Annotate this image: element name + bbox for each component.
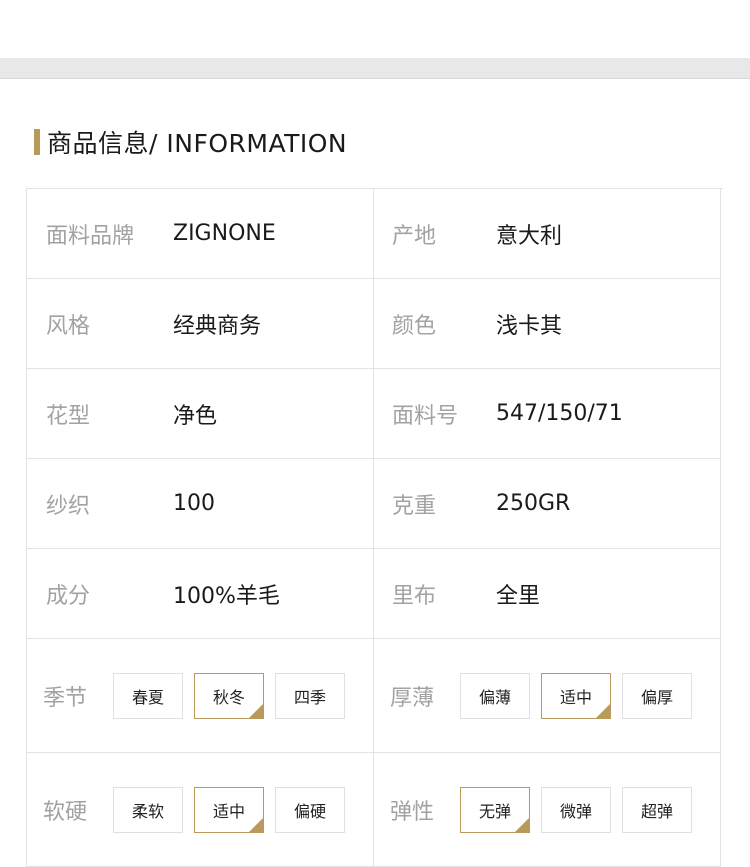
- option-chip-all-seasons[interactable]: 四季: [275, 673, 345, 719]
- option-label: 弹性: [390, 799, 435, 825]
- option-cell-thickness: 厚薄 偏薄 适中 偏厚: [374, 639, 721, 753]
- season-chip-group: 春夏 秋冬 四季: [113, 673, 345, 719]
- option-row: 季节 春夏 秋冬 四季 厚薄 偏薄 适中 偏厚: [27, 639, 723, 753]
- spec-row: 面料品牌 ZIGNONE 产地 意大利: [27, 189, 723, 279]
- option-label: 厚薄: [390, 685, 435, 711]
- spec-value: 全里: [496, 583, 541, 609]
- spec-row: 花型 净色 面料号 547/150/71: [27, 369, 723, 459]
- option-cell-elasticity: 弹性 无弹 微弹 超弹: [374, 753, 721, 867]
- spec-value: 250GR: [496, 491, 571, 516]
- spec-label: 成分: [46, 583, 91, 609]
- option-cell-season: 季节 春夏 秋冬 四季: [27, 639, 374, 753]
- spec-label: 克重: [392, 493, 437, 519]
- section-header: 商品信息/ INFORMATION: [34, 126, 347, 158]
- spec-value: 意大利: [496, 223, 563, 249]
- spec-label: 面料号: [392, 403, 459, 429]
- option-chip-medium-thickness[interactable]: 适中: [541, 673, 611, 719]
- spec-label: 颜色: [392, 313, 437, 339]
- spec-cell-composition: 成分 100%羊毛: [27, 549, 374, 639]
- option-chip-no-stretch[interactable]: 无弹: [460, 787, 530, 833]
- option-label: 软硬: [43, 799, 88, 825]
- section-title: 商品信息/ INFORMATION: [47, 129, 348, 158]
- spec-value: 净色: [173, 403, 218, 429]
- spec-value: 经典商务: [173, 313, 262, 339]
- spec-label: 里布: [392, 583, 437, 609]
- spec-value: ZIGNONE: [173, 221, 276, 246]
- spec-cell-yarn: 纱织 100: [27, 459, 374, 549]
- option-chip-soft[interactable]: 柔软: [113, 787, 183, 833]
- spec-cell-color: 颜色 浅卡其: [374, 279, 721, 369]
- spec-cell-weight: 克重 250GR: [374, 459, 721, 549]
- spec-label: 花型: [46, 403, 91, 429]
- section-divider-band: [0, 58, 750, 79]
- option-row: 软硬 柔软 适中 偏硬 弹性 无弹 微弹 超弹: [27, 753, 723, 867]
- spec-cell-origin: 产地 意大利: [374, 189, 721, 279]
- softness-chip-group: 柔软 适中 偏硬: [113, 787, 345, 833]
- option-label: 季节: [43, 685, 88, 711]
- option-chip-hard[interactable]: 偏硬: [275, 787, 345, 833]
- spec-label: 风格: [46, 313, 91, 339]
- thickness-chip-group: 偏薄 适中 偏厚: [460, 673, 692, 719]
- spec-cell-style: 风格 经典商务: [27, 279, 374, 369]
- spec-cell-lining: 里布 全里: [374, 549, 721, 639]
- title-accent-bar: [34, 129, 40, 155]
- option-cell-softness: 软硬 柔软 适中 偏硬: [27, 753, 374, 867]
- spec-cell-fabric-no: 面料号 547/150/71: [374, 369, 721, 459]
- option-chip-slight-stretch[interactable]: 微弹: [541, 787, 611, 833]
- spec-cell-pattern: 花型 净色: [27, 369, 374, 459]
- spec-label: 产地: [392, 223, 437, 249]
- product-spec-table: 面料品牌 ZIGNONE 产地 意大利 风格 经典商务 颜色 浅卡其 花型 净色…: [26, 188, 723, 867]
- spec-row: 风格 经典商务 颜色 浅卡其: [27, 279, 723, 369]
- spec-label: 面料品牌: [46, 223, 135, 249]
- option-chip-thick[interactable]: 偏厚: [622, 673, 692, 719]
- spec-value: 浅卡其: [496, 313, 563, 339]
- top-blank-area: [0, 0, 750, 58]
- elasticity-chip-group: 无弹 微弹 超弹: [460, 787, 692, 833]
- option-chip-thin[interactable]: 偏薄: [460, 673, 530, 719]
- option-chip-spring-summer[interactable]: 春夏: [113, 673, 183, 719]
- spec-cell-fabric-brand: 面料品牌 ZIGNONE: [27, 189, 374, 279]
- option-chip-super-stretch[interactable]: 超弹: [622, 787, 692, 833]
- spec-value: 547/150/71: [496, 401, 623, 426]
- option-chip-autumn-winter[interactable]: 秋冬: [194, 673, 264, 719]
- spec-value: 100: [173, 491, 215, 516]
- spec-value: 100%羊毛: [173, 583, 280, 609]
- spec-label: 纱织: [46, 493, 91, 519]
- spec-row: 成分 100%羊毛 里布 全里: [27, 549, 723, 639]
- spec-row: 纱织 100 克重 250GR: [27, 459, 723, 549]
- option-chip-medium-softness[interactable]: 适中: [194, 787, 264, 833]
